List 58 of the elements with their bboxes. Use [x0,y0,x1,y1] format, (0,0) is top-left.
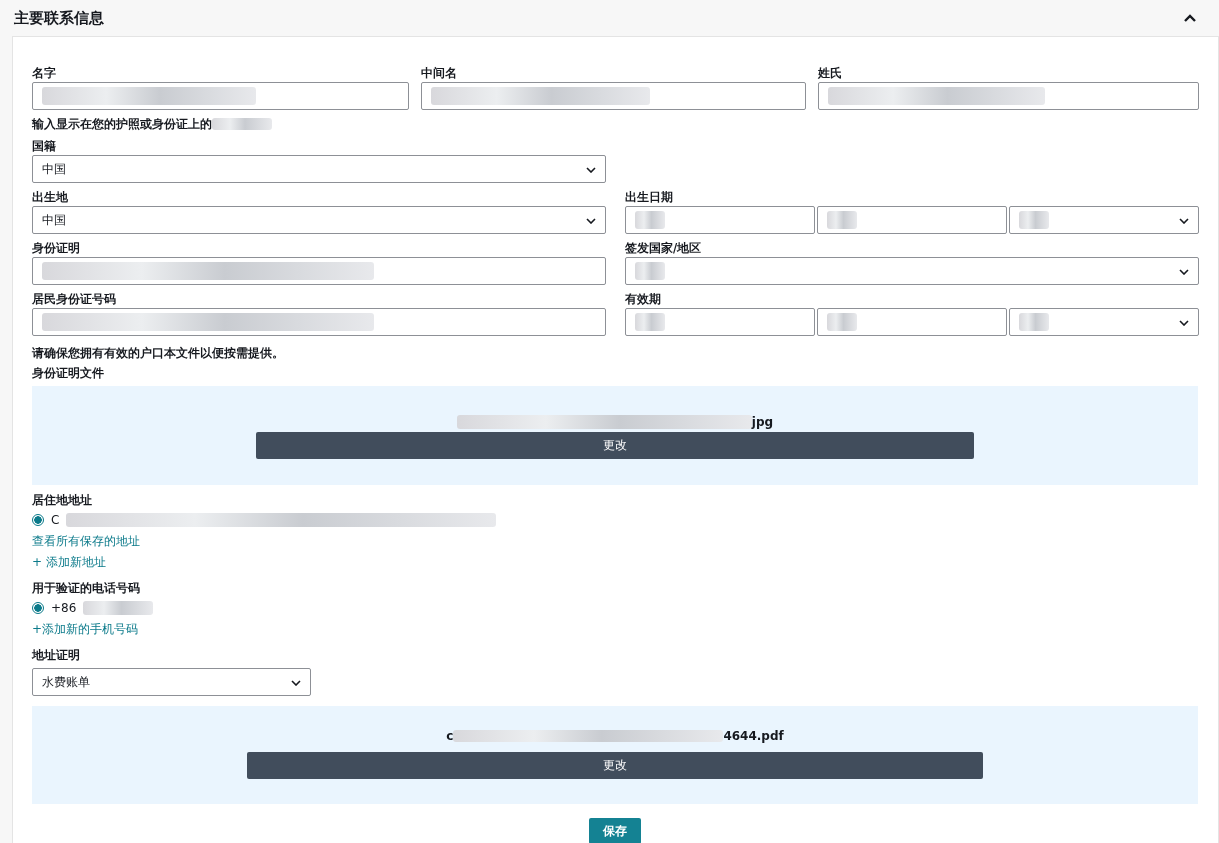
input-field[interactable] [32,82,409,110]
caret-icon [586,167,596,173]
radio-button[interactable] [32,514,44,526]
caret-icon [1179,218,1189,224]
field-label: 签发国家/地区 [625,240,703,257]
day-select[interactable] [625,206,815,234]
field-label: 身份证明 [32,240,81,257]
day-select[interactable] [625,308,815,336]
file-name: 4644.pdf [723,729,784,743]
field-label: 地址证明 [32,647,81,664]
month-select[interactable] [817,206,1007,234]
caret-icon [1179,320,1189,326]
year-select[interactable] [1009,308,1199,336]
select-field[interactable] [625,257,1199,285]
select-field[interactable]: 水费账单 [32,668,311,696]
redaction-mask [83,601,154,615]
save-button[interactable]: 保存 [589,818,641,843]
input-field[interactable] [32,257,606,285]
field-label: 国籍 [32,138,57,155]
radio-button[interactable] [32,602,44,614]
year-select[interactable] [1009,206,1199,234]
input-field[interactable] [32,308,606,336]
field-label: 居住地地址 [32,492,93,509]
select-field[interactable]: 中国 [32,155,606,183]
note-text: 请确保您拥有有效的户口本文件以便按需提供。 [32,345,285,362]
field-label: 姓氏 [818,65,843,82]
caret-icon [586,218,596,224]
address-text: C [51,513,60,527]
change-button[interactable]: 更改 [247,752,983,779]
field-label: 名字 [32,65,57,82]
link[interactable]: 查看所有保存的地址 [32,531,140,552]
section-header[interactable]: 主要联系信息 [0,0,1219,36]
file-name: jpg [751,415,774,429]
caret-icon [1179,269,1189,275]
input-field[interactable] [421,82,806,110]
hint-text: 输入显示在您的护照或身份证上的 [32,116,212,132]
redaction-mask [1019,211,1049,229]
file-name: c [446,729,454,743]
chevron-icon[interactable] [1183,13,1197,23]
change-button[interactable]: 更改 [256,432,974,459]
field-label: 出生日期 [625,189,674,206]
month-select[interactable] [817,308,1007,336]
link[interactable]: +添加新的手机号码 [32,619,139,640]
field-label: 有效期 [625,291,662,308]
field-label: 出生地 [32,189,69,206]
redaction-mask [827,211,857,229]
select-field[interactable]: 中国 [32,206,606,234]
section-title: 主要联系信息 [14,8,104,28]
redaction-mask [827,313,857,331]
field-label: 身份证明文件 [32,365,105,382]
caret-icon [291,680,301,686]
input-field[interactable] [818,82,1199,110]
field-label: 居民身份证号码 [32,291,117,308]
redaction-mask [1019,313,1049,331]
field-label: 中间名 [421,65,458,82]
field-label: 用于验证的电话号码 [32,580,141,597]
link[interactable]: + 添加新地址 [32,552,106,573]
phone-number: +86 [51,601,77,615]
